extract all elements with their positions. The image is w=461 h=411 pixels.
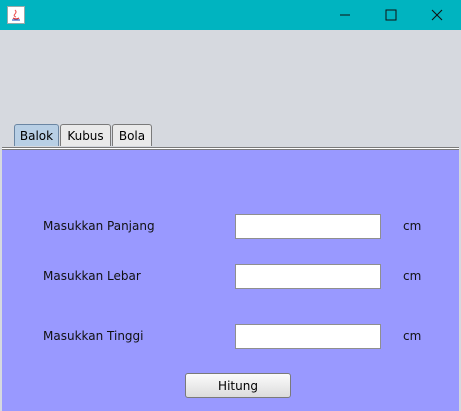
close-icon (431, 9, 443, 21)
lebar-unit: cm (403, 269, 422, 283)
panjang-unit: cm (403, 219, 422, 233)
title-bar[interactable] (0, 0, 461, 30)
panjang-input[interactable] (235, 214, 381, 239)
tinggi-unit: cm (403, 329, 422, 343)
tab-label: Kubus (67, 128, 104, 143)
tab-kubus[interactable]: Kubus (60, 124, 111, 146)
tab-bola[interactable]: Bola (112, 124, 152, 146)
maximize-button[interactable] (368, 0, 414, 30)
tinggi-input[interactable] (235, 324, 381, 349)
lebar-input[interactable] (235, 264, 381, 289)
panjang-label: Masukkan Panjang (43, 219, 155, 233)
lebar-label: Masukkan Lebar (43, 269, 141, 283)
minimize-icon (340, 14, 350, 16)
close-button[interactable] (414, 0, 460, 30)
tab-label: Balok (19, 128, 54, 143)
app-window: Balok Kubus Bola Masukkan Panjang cm Mas… (0, 0, 461, 411)
maximize-icon (385, 9, 397, 21)
tab-balok[interactable]: Balok (14, 124, 59, 146)
hitung-button[interactable]: Hitung (185, 373, 291, 398)
java-icon[interactable] (7, 6, 25, 24)
tinggi-label: Masukkan Tinggi (43, 329, 144, 343)
minimize-button[interactable] (322, 0, 368, 30)
tab-label: Bola (118, 128, 146, 143)
